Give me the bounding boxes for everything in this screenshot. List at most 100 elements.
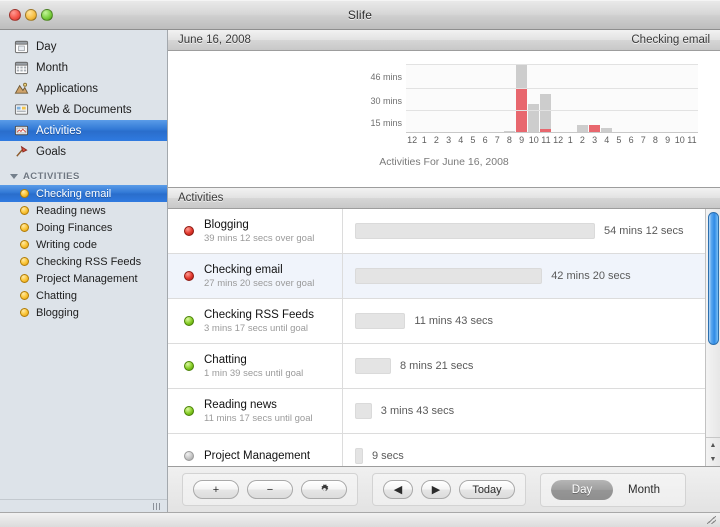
activity-goal-status: 11 mins 17 secs until goal xyxy=(204,412,313,424)
chart-y-axis: 15 mins 30 mins 46 mins xyxy=(346,64,402,132)
activity-row-duration: 11 mins 43 secs xyxy=(343,313,705,329)
chart-header: June 16, 2008 Checking email xyxy=(168,30,720,51)
activity-name: Checking RSS Feeds xyxy=(204,308,314,321)
settings-button[interactable] xyxy=(301,480,347,499)
chart-x-tick-label: 4 xyxy=(604,135,610,145)
sidebar-activity-reading-news[interactable]: Reading news xyxy=(0,202,167,219)
activity-goal-status: 27 mins 20 secs over goal xyxy=(204,277,315,289)
chart-bar xyxy=(576,124,588,132)
chart-x-tick-label: 5 xyxy=(470,135,476,145)
chart-pane: 15 mins 30 mins 46 mins 12 1 2 3 4 5 6 7 8 9 10 11 12 1… xyxy=(168,51,720,188)
sidebar-resize-grip[interactable] xyxy=(0,499,167,512)
remove-activity-button[interactable]: − xyxy=(247,480,293,499)
close-button[interactable] xyxy=(9,9,21,21)
activity-row-duration: 54 mins 12 secs xyxy=(343,223,705,239)
scroll-up-icon[interactable]: ▲ xyxy=(706,438,720,452)
add-activity-button[interactable]: + xyxy=(193,480,239,499)
activity-row[interactable]: Blogging 39 mins 12 secs over goal 54 mins… xyxy=(168,209,705,254)
chart-x-axis: 12 1 2 3 4 5 6 7 8 9 10 11 12 1 2 3 4 5 6 7 8 9 10 11 xyxy=(406,135,698,148)
goal-status-dot-icon xyxy=(184,226,194,236)
activity-dot-icon xyxy=(20,223,29,232)
chart-x-tick-label: 1 xyxy=(421,135,427,145)
sidebar-activity-chatting[interactable]: Chatting xyxy=(0,287,167,304)
sidebar-item-web-documents[interactable]: Web & Documents xyxy=(0,99,167,120)
sidebar-item-month[interactable]: Month xyxy=(0,57,167,78)
next-day-button[interactable]: ▶ xyxy=(421,480,451,499)
sidebar-activity-label: Chatting xyxy=(36,289,77,302)
chart-x-tick-label: 10 xyxy=(674,135,685,145)
sidebar-item-applications[interactable]: Applications xyxy=(0,78,167,99)
vertical-scrollbar[interactable]: ▲ ▼ xyxy=(705,209,720,466)
sidebar-item-activities[interactable]: Activities xyxy=(0,120,167,141)
chart-x-tick-label: 6 xyxy=(482,135,488,145)
chart-bar-segment-other xyxy=(601,127,613,132)
range-month-button[interactable]: Month xyxy=(613,480,675,500)
sidebar-activity-writing-code[interactable]: Writing code xyxy=(0,236,167,253)
activity-row-duration: 3 mins 43 secs xyxy=(343,403,705,419)
sidebar-section-header[interactable]: ACTIVITIES xyxy=(0,162,167,185)
disclosure-triangle-icon[interactable] xyxy=(10,174,18,179)
activity-row[interactable]: Chatting 1 min 39 secs until goal 8 mins 2… xyxy=(168,344,705,389)
chart-bar-segment-selected xyxy=(540,129,552,132)
chart-x-tick-label: 3 xyxy=(592,135,598,145)
previous-day-button[interactable]: ◀ xyxy=(383,480,413,499)
minimize-button[interactable] xyxy=(25,9,37,21)
sidebar: Day Month Applications Web & Documents A… xyxy=(0,30,168,512)
sidebar-activity-checking-email[interactable]: Checking email xyxy=(0,185,167,202)
chart-x-tick-label: 12 xyxy=(407,135,418,145)
gear-icon xyxy=(320,484,328,492)
window-resize-grip-icon[interactable] xyxy=(707,516,716,524)
sidebar-activity-checking-rss-feeds[interactable]: Checking RSS Feeds xyxy=(0,253,167,270)
chart-bar xyxy=(601,127,613,132)
sidebar-activity-blogging[interactable]: Blogging xyxy=(0,304,167,321)
activity-row-text: Chatting 1 min 39 secs until goal xyxy=(204,354,303,379)
activity-dot-icon xyxy=(20,240,29,249)
chart-x-tick-label: 10 xyxy=(528,135,539,145)
activity-name: Reading news xyxy=(204,398,277,411)
activities-icon xyxy=(14,125,29,136)
sidebar-activity-project-management[interactable]: Project Management xyxy=(0,270,167,287)
chart-caption: Activities For June 16, 2008 xyxy=(379,156,509,168)
chart-x-tick-label: 9 xyxy=(665,135,671,145)
chart-x-tick-label: 7 xyxy=(640,135,646,145)
activity-row-text: Project Management xyxy=(204,450,310,462)
activity-row[interactable]: Reading news 11 mins 17 secs until goal 3 … xyxy=(168,389,705,434)
activities-list-pane: Blogging 39 mins 12 secs over goal 54 mins… xyxy=(168,209,720,466)
scrollbar-arrows[interactable]: ▲ ▼ xyxy=(706,437,720,466)
activity-row-text: Checking RSS Feeds 3 mins 17 secs until g… xyxy=(204,309,314,334)
sidebar-item-goals[interactable]: Goals xyxy=(0,141,167,162)
chart-x-tick-label: 2 xyxy=(433,135,439,145)
activities-rows: Blogging 39 mins 12 secs over goal 54 mins… xyxy=(168,209,705,466)
duration-label: 11 mins 43 secs xyxy=(414,315,494,327)
sidebar-activity-label: Reading news xyxy=(36,204,106,217)
goal-status-dot-icon xyxy=(184,271,194,281)
bottom-toolbar: + − ◀ ▶ Today Day Month xyxy=(168,466,720,512)
zoom-button[interactable] xyxy=(41,9,53,21)
scrollbar-thumb[interactable] xyxy=(708,212,719,345)
goal-status-dot-icon xyxy=(184,316,194,326)
activity-name: Checking email xyxy=(204,263,283,276)
edit-button-group: + − xyxy=(182,473,358,506)
list-header-label: Activities xyxy=(178,192,224,204)
sidebar-activity-doing-finances[interactable]: Doing Finances xyxy=(0,219,167,236)
range-day-button[interactable]: Day xyxy=(551,479,613,500)
activity-row[interactable]: Checking RSS Feeds 3 mins 17 secs until g… xyxy=(168,299,705,344)
chart-bar xyxy=(528,103,540,132)
duration-bar xyxy=(355,268,543,284)
scroll-down-icon[interactable]: ▼ xyxy=(706,452,720,466)
activity-name: Blogging xyxy=(204,218,249,231)
duration-label: 8 mins 21 secs xyxy=(400,360,474,372)
duration-bar xyxy=(355,358,391,374)
sidebar-item-day[interactable]: Day xyxy=(0,36,167,57)
activity-row[interactable]: Project Management 9 secs xyxy=(168,434,705,466)
sidebar-item-label: Day xyxy=(36,40,57,53)
activity-goal-status: 3 mins 17 secs until goal xyxy=(204,322,309,334)
title-bar: Slife xyxy=(0,0,720,30)
sidebar-activity-label: Project Management xyxy=(36,272,138,285)
duration-bar xyxy=(355,448,363,464)
chart-date-label: June 16, 2008 xyxy=(178,34,251,46)
activity-row[interactable]: Checking email 27 mins 20 secs over goal 4… xyxy=(168,254,705,299)
activity-row-duration: 9 secs xyxy=(343,448,705,464)
activity-goal-status: 1 min 39 secs until goal xyxy=(204,367,304,379)
today-button[interactable]: Today xyxy=(459,480,515,499)
